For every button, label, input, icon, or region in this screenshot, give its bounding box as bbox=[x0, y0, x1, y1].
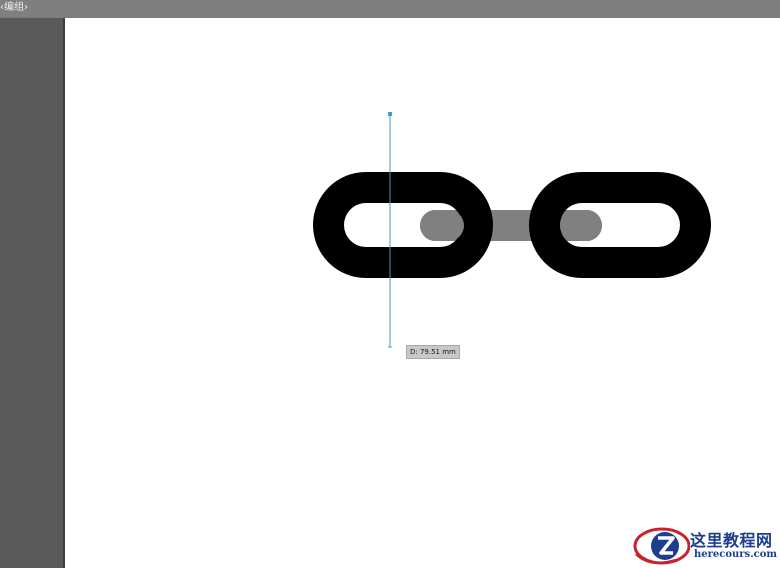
z-logo-icon bbox=[633, 527, 690, 565]
brand-name-cn: 这里教程网 bbox=[690, 531, 773, 550]
brand-name-en: herecours.com bbox=[694, 549, 778, 560]
measure-guide[interactable] bbox=[388, 112, 392, 348]
artwork bbox=[313, 112, 711, 348]
measure-tooltip: D: 79.51 mm bbox=[406, 345, 460, 359]
chain-link-left[interactable] bbox=[313, 172, 493, 278]
chain-link-right[interactable] bbox=[529, 172, 711, 278]
guide-anchor-icon[interactable] bbox=[388, 112, 392, 116]
watermark-logo: 这里教程网 herecours.com bbox=[632, 524, 780, 568]
